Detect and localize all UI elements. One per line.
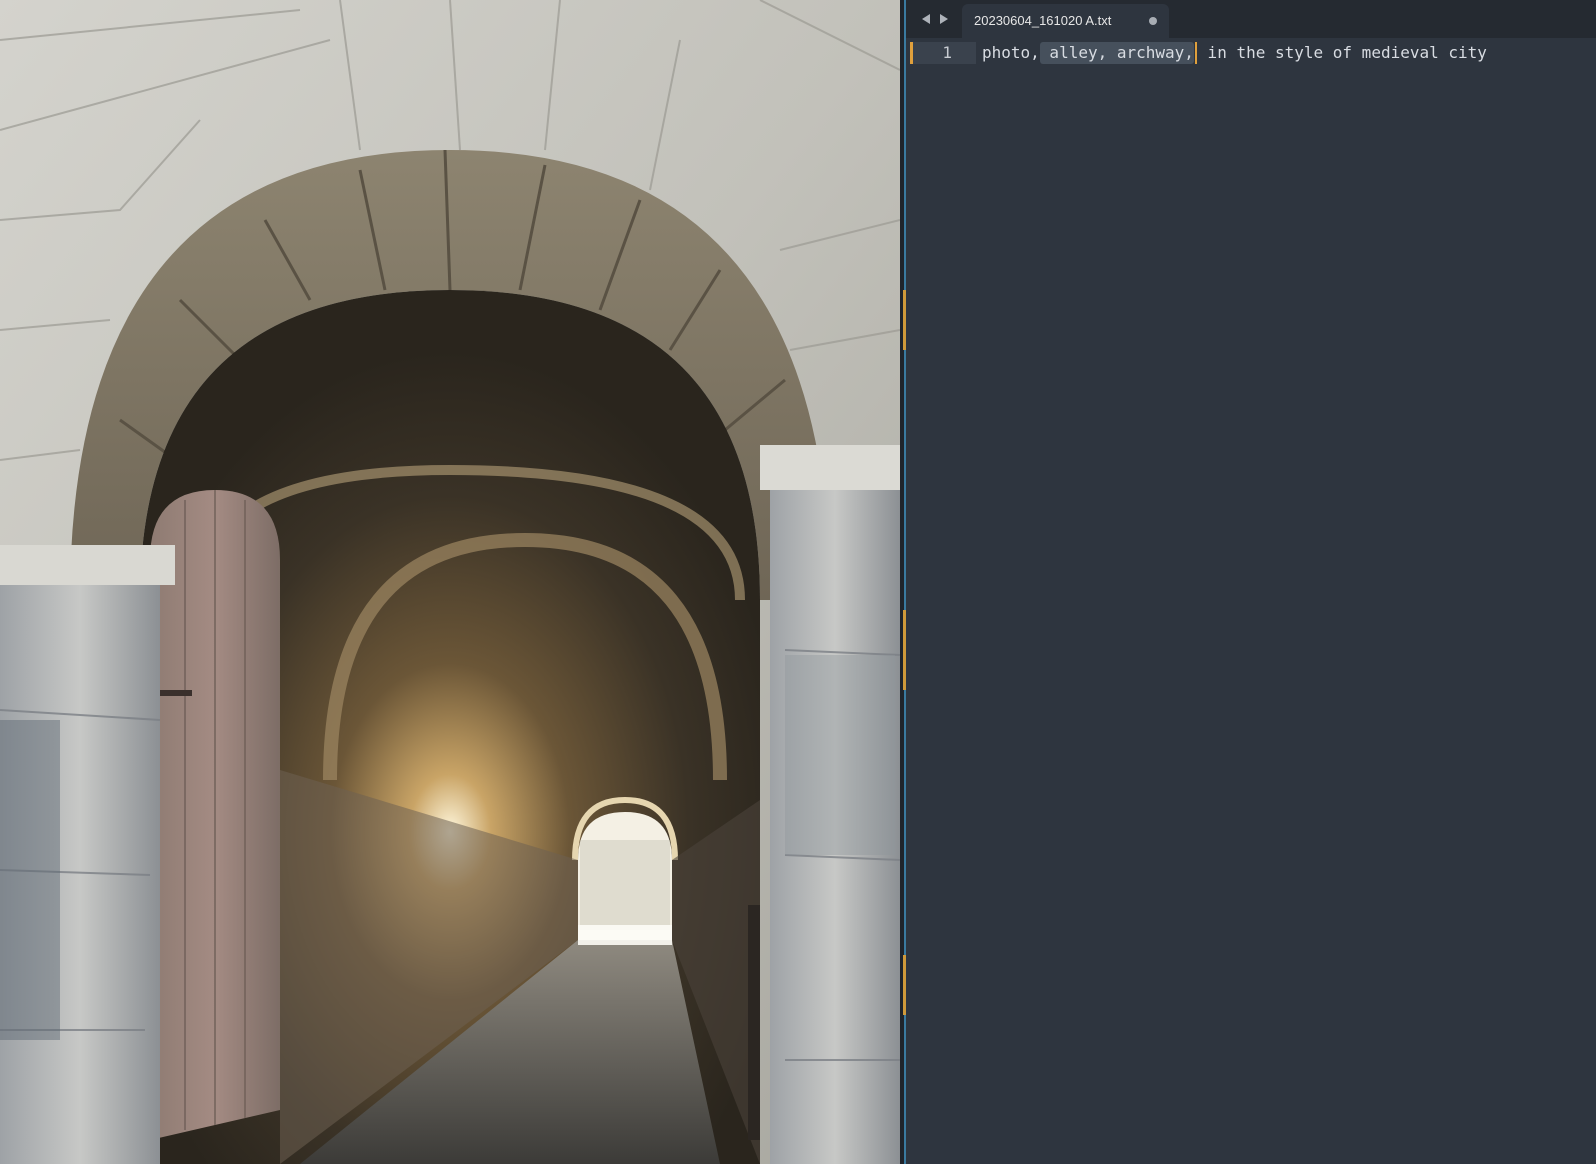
selected-text[interactable]: alley, archway,: [1039, 42, 1194, 64]
text-before-selection: photo,: [982, 43, 1040, 62]
app-window: 20230604_161020 A.txt 1 photo, alley, ar…: [0, 0, 1596, 1164]
text-after-selection: in the style of medieval city: [1197, 43, 1487, 62]
archway-photo: [0, 0, 900, 1164]
code-line[interactable]: photo, alley, archway, in the style of m…: [982, 42, 1487, 64]
tab-bar: 20230604_161020 A.txt: [906, 0, 1596, 38]
line-number: 1: [942, 43, 952, 62]
text-editor: 20230604_161020 A.txt 1 photo, alley, ar…: [906, 0, 1596, 1164]
image-viewer: [0, 0, 900, 1164]
triangle-right-icon[interactable]: [938, 12, 950, 26]
tab-label: 20230604_161020 A.txt: [974, 13, 1112, 28]
text-caret: [1194, 42, 1197, 64]
tab-navigation: [920, 0, 950, 38]
dot-icon[interactable]: [1149, 17, 1157, 25]
triangle-left-icon[interactable]: [920, 12, 932, 26]
tab-file[interactable]: 20230604_161020 A.txt: [962, 4, 1169, 38]
code-area[interactable]: 1 photo, alley, archway, in the style of…: [906, 38, 1596, 1164]
